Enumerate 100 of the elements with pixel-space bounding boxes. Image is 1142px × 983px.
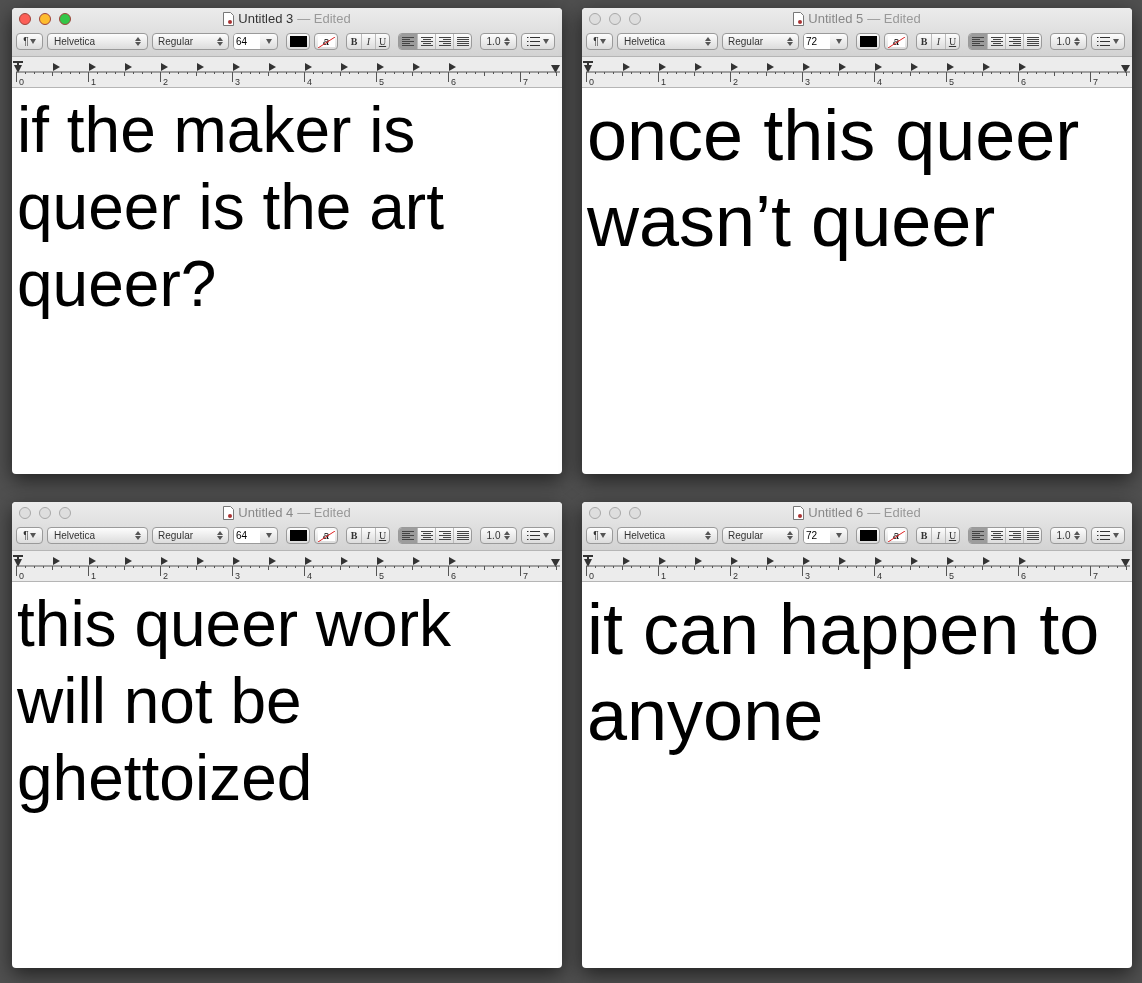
line-spacing-menu[interactable]: 1.0 bbox=[1050, 32, 1087, 50]
stepper-icon bbox=[1074, 530, 1081, 540]
caret-icon bbox=[265, 532, 272, 538]
font-size-combo[interactable]: 72 bbox=[803, 526, 848, 544]
alignment-button[interactable] bbox=[399, 527, 417, 543]
bold-button[interactable]: B bbox=[917, 33, 931, 49]
ruler-number: 4 bbox=[877, 571, 883, 581]
list-menu[interactable] bbox=[521, 32, 555, 50]
italic-button[interactable]: I bbox=[931, 527, 945, 543]
font-style-menu[interactable]: Regular bbox=[722, 526, 799, 544]
text-color-well[interactable] bbox=[286, 526, 310, 544]
paragraph-menu[interactable]: ¶ bbox=[16, 32, 43, 50]
line-spacing-menu[interactable]: 1.0 bbox=[480, 526, 517, 544]
ruler-number: 0 bbox=[589, 571, 595, 581]
ruler-number: 2 bbox=[163, 77, 169, 87]
font-family-menu[interactable]: Helvetica bbox=[47, 526, 148, 544]
alignment-button[interactable] bbox=[1005, 33, 1023, 49]
paragraph-menu[interactable]: ¶ bbox=[586, 32, 613, 50]
underline-button[interactable]: U bbox=[945, 33, 959, 49]
list-menu[interactable] bbox=[1091, 32, 1125, 50]
ruler-number: 6 bbox=[1021, 571, 1027, 581]
line-spacing-menu[interactable]: 1.0 bbox=[480, 32, 517, 50]
alignment-button[interactable] bbox=[453, 527, 471, 543]
alignment-button[interactable] bbox=[417, 33, 435, 49]
stepper-icon bbox=[504, 36, 511, 46]
alignment-button[interactable] bbox=[969, 527, 987, 543]
font-size-combo[interactable]: 72 bbox=[803, 32, 848, 50]
alignment-button[interactable] bbox=[987, 33, 1005, 49]
color-swatch-icon bbox=[289, 35, 307, 47]
align-right-icon bbox=[438, 530, 451, 540]
underline-button[interactable]: U bbox=[945, 527, 959, 543]
document-icon bbox=[223, 506, 235, 520]
font-style-menu[interactable]: Regular bbox=[152, 526, 229, 544]
stepper-icon bbox=[135, 36, 141, 46]
font-style-menu[interactable]: Regular bbox=[152, 32, 229, 50]
bullet-list-icon bbox=[1097, 36, 1110, 46]
alignment-button[interactable] bbox=[417, 527, 435, 543]
ruler-number: 4 bbox=[877, 77, 883, 87]
list-menu[interactable] bbox=[1091, 526, 1125, 544]
paragraph-menu[interactable]: ¶ bbox=[586, 526, 613, 544]
paragraph-menu[interactable]: ¶ bbox=[16, 526, 43, 544]
alignment-button[interactable] bbox=[399, 33, 417, 49]
minimize-button[interactable] bbox=[39, 13, 51, 25]
font-style-menu[interactable]: Regular bbox=[722, 32, 799, 50]
bullet-list-icon bbox=[527, 36, 540, 46]
alignment-button[interactable] bbox=[969, 33, 987, 49]
font-size-combo[interactable]: 64 bbox=[233, 526, 278, 544]
ruler-number: 1 bbox=[661, 571, 667, 581]
align-justify-icon bbox=[1026, 530, 1039, 540]
caret-icon bbox=[265, 38, 272, 44]
ruler-number: 1 bbox=[661, 77, 667, 87]
caret-icon bbox=[599, 532, 606, 538]
underline-button[interactable]: U bbox=[375, 527, 389, 543]
stepper-icon bbox=[787, 530, 793, 540]
alignment-button[interactable] bbox=[435, 33, 453, 49]
stepper-icon bbox=[217, 36, 223, 46]
close-button[interactable] bbox=[19, 13, 31, 25]
alignment-button[interactable] bbox=[1023, 527, 1041, 543]
stepper-icon bbox=[504, 530, 511, 540]
alignment-button[interactable] bbox=[1023, 33, 1041, 49]
document-text: once this queer wasn’t queer bbox=[586, 94, 1081, 264]
ruler-number: 7 bbox=[523, 571, 529, 581]
line-spacing-menu[interactable]: 1.0 bbox=[1050, 526, 1087, 544]
alignment-button[interactable] bbox=[435, 527, 453, 543]
font-size-combo[interactable]: 64 bbox=[233, 32, 278, 50]
ruler-number: 2 bbox=[163, 571, 169, 581]
italic-button[interactable]: I bbox=[931, 33, 945, 49]
italic-button[interactable]: I bbox=[361, 33, 375, 49]
text-color-well[interactable] bbox=[856, 32, 880, 50]
bullet-list-icon bbox=[1097, 530, 1110, 540]
alignment-button[interactable] bbox=[1005, 527, 1023, 543]
text-color-well[interactable] bbox=[286, 32, 310, 50]
color-swatch-icon bbox=[859, 529, 877, 541]
ruler-number: 3 bbox=[235, 77, 241, 87]
caret-icon bbox=[543, 38, 549, 44]
color-swatch-icon bbox=[859, 35, 877, 47]
font-family-menu[interactable]: Helvetica bbox=[617, 526, 718, 544]
ruler-number: 1 bbox=[91, 571, 97, 581]
caret-icon bbox=[543, 532, 549, 538]
list-menu[interactable] bbox=[521, 526, 555, 544]
italic-button[interactable]: I bbox=[361, 527, 375, 543]
font-family-menu[interactable]: Helvetica bbox=[617, 32, 718, 50]
caret-icon bbox=[29, 38, 36, 44]
bold-button[interactable]: B bbox=[347, 527, 361, 543]
ruler-number: 5 bbox=[379, 77, 385, 87]
document-icon bbox=[793, 12, 805, 26]
align-justify-icon bbox=[456, 36, 469, 46]
bold-button[interactable]: B bbox=[917, 527, 931, 543]
underline-button[interactable]: U bbox=[375, 33, 389, 49]
alignment-button[interactable] bbox=[987, 527, 1005, 543]
ruler-number: 7 bbox=[523, 77, 529, 87]
ruler-number: 3 bbox=[805, 77, 811, 87]
ruler-number: 7 bbox=[1093, 77, 1099, 87]
font-family-menu[interactable]: Helvetica bbox=[47, 32, 148, 50]
text-color-well[interactable] bbox=[856, 526, 880, 544]
bold-button[interactable]: B bbox=[347, 33, 361, 49]
zoom-button[interactable] bbox=[59, 13, 71, 25]
window-title: Untitled 3 bbox=[238, 10, 294, 29]
color-swatch-icon bbox=[289, 529, 307, 541]
alignment-button[interactable] bbox=[453, 33, 471, 49]
